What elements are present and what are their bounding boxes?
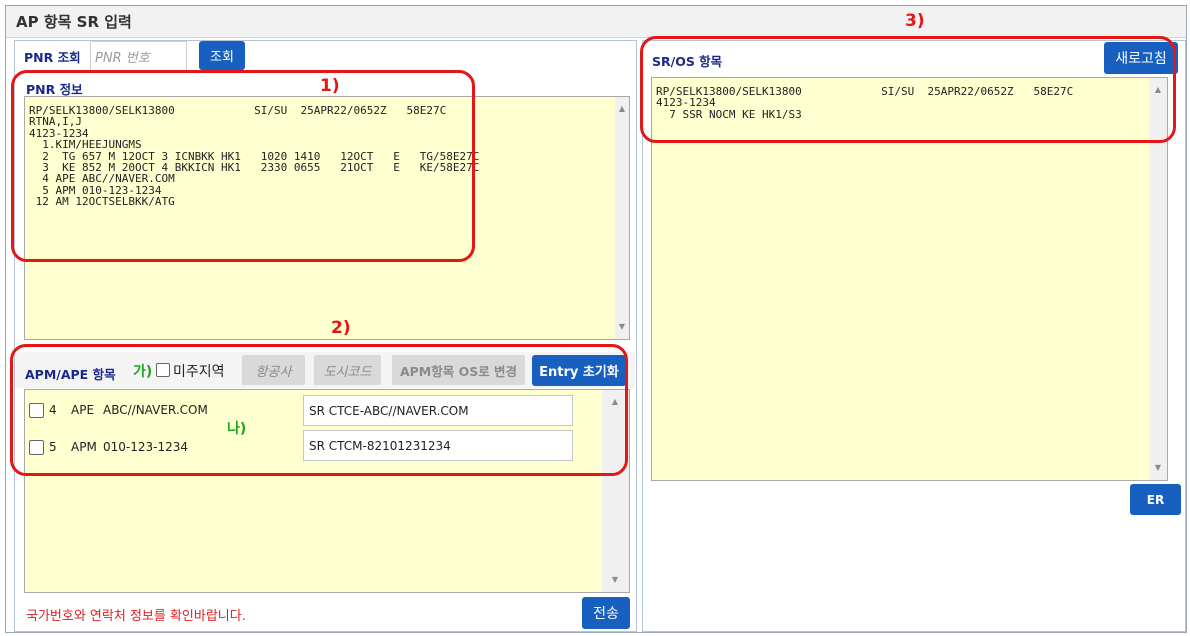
annotation-label-1: 1) xyxy=(320,76,340,96)
annotation-label-3: 3) xyxy=(905,11,925,31)
pnr-info-scrollbar[interactable]: ▲ ▼ xyxy=(615,97,629,339)
warning-text: 국가번호와 연락처 정보를 확인바랍니다. xyxy=(26,609,246,624)
title-bar xyxy=(6,6,1186,38)
scroll-down-icon[interactable]: ▼ xyxy=(610,576,620,584)
pnr-number-input[interactable]: PNR 번호 xyxy=(90,41,187,71)
scroll-up-icon[interactable]: ▲ xyxy=(617,105,627,113)
annotation-box-2 xyxy=(10,344,628,476)
window-title: AP 항목 SR 입력 xyxy=(16,13,132,31)
pnr-number-placeholder: PNR 번호 xyxy=(95,50,150,66)
lookup-button[interactable]: 조회 xyxy=(199,41,245,70)
annotation-box-1 xyxy=(11,70,475,262)
pnr-lookup-label: PNR 조회 xyxy=(24,50,81,65)
annotation-box-3 xyxy=(640,36,1176,143)
scroll-down-icon[interactable]: ▼ xyxy=(1153,464,1163,472)
scroll-down-icon[interactable]: ▼ xyxy=(617,323,627,331)
send-button[interactable]: 전송 xyxy=(582,597,630,629)
annotation-label-2: 2) xyxy=(331,318,351,338)
er-button[interactable]: ER xyxy=(1130,484,1181,515)
